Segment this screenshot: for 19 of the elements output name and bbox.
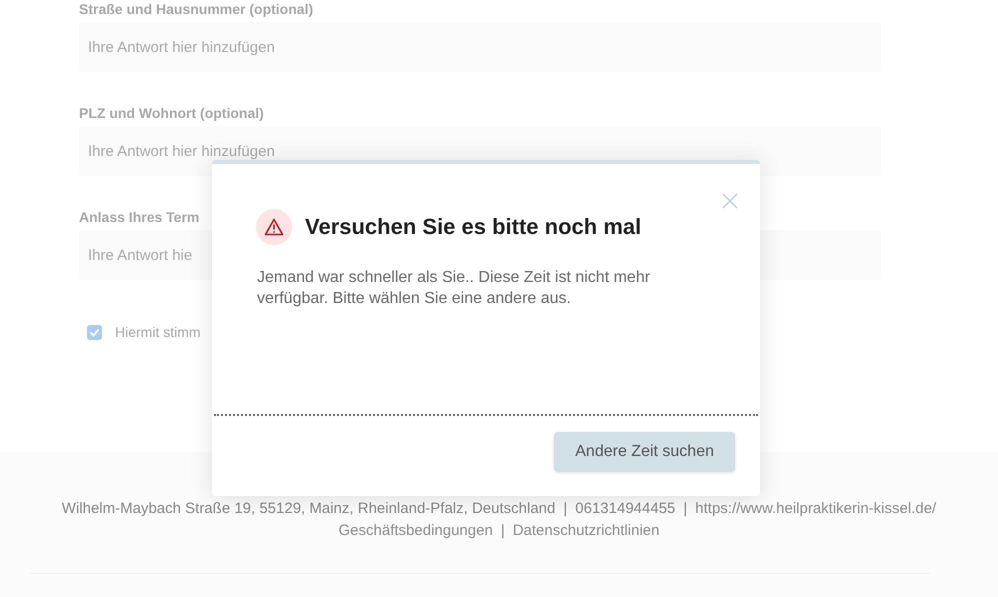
consent-label: Hiermit stimm <box>115 324 201 340</box>
website-link[interactable]: https://www.heilpraktikerin-kissel.de/ <box>695 498 936 520</box>
footer-link[interactable]: Datenschutzrichtlinien <box>512 520 660 542</box>
close-icon[interactable] <box>722 193 738 209</box>
warning-icon <box>256 209 292 245</box>
checkbox[interactable] <box>87 324 102 340</box>
dialog-title: Versuchen Sie es bitte noch mal <box>305 214 642 240</box>
phone-text: 061314944455 <box>575 499 676 519</box>
separator: | <box>683 499 688 519</box>
field-label: Anlass Ihres Term <box>79 208 200 226</box>
input-field[interactable]: Ihre Antwort hier hinzufügen <box>79 22 881 72</box>
address-text: Wilhelm-Maybach Straße 19, 55129, Mainz, Rheinland-Pfalz, Deutschland <box>62 499 556 519</box>
dialog-message: Jemand war schneller als Sie.. Diese Zeit ist nicht mehr verfügbar. Bitte wählen Sie eine andere aus. <box>257 268 652 309</box>
field-label: PLZ und Wohnort (optional) <box>79 104 265 122</box>
footer-link[interactable]: Geschäftsbedingungen <box>338 520 493 542</box>
separator: | <box>500 521 505 541</box>
field-label: Straße und Hausnummer (optional) <box>79 0 314 18</box>
find-other-time-button[interactable]: Andere Zeit suchen <box>554 432 735 472</box>
separator: | <box>563 499 568 519</box>
